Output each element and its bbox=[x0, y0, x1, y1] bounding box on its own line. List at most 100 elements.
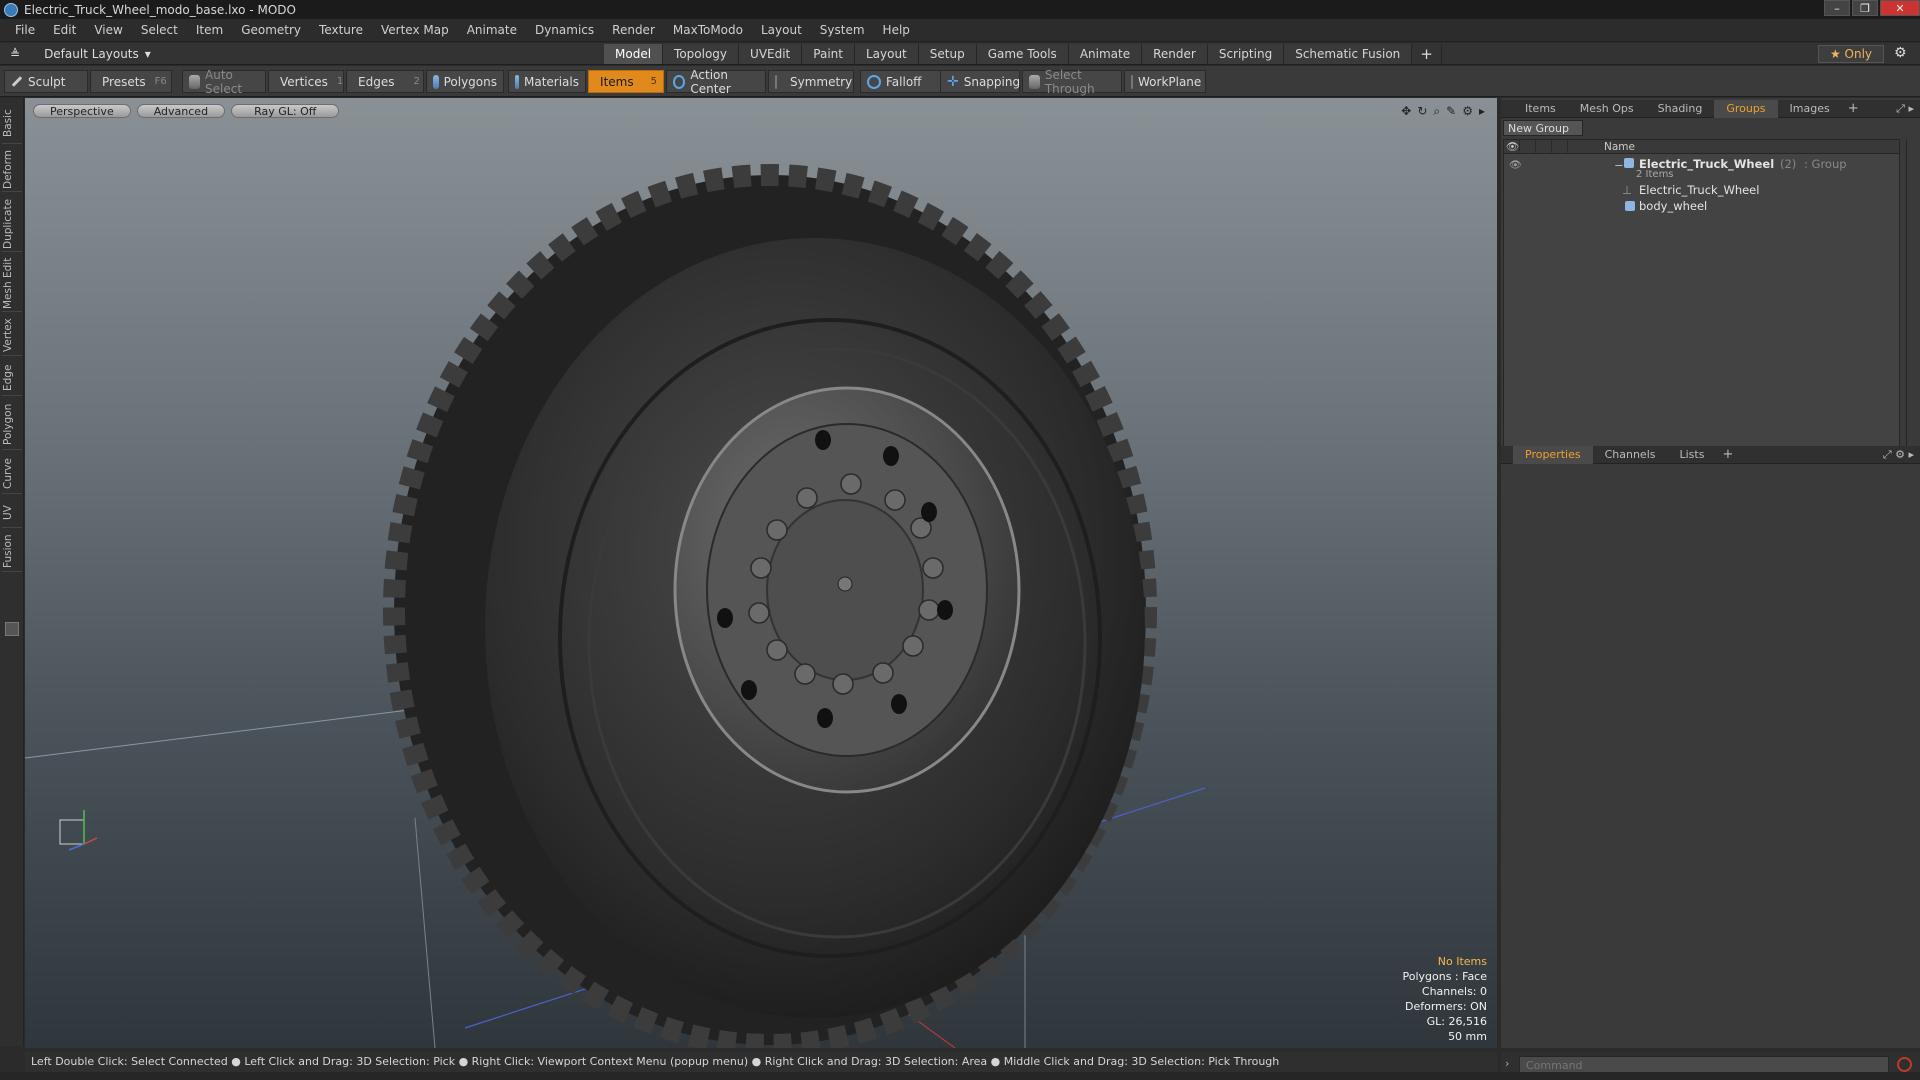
add-panel-tab-button[interactable]: + bbox=[1842, 101, 1865, 116]
panel-maximize-icon[interactable]: ⤢ ▸ bbox=[1896, 100, 1914, 118]
menu-edit[interactable]: Edit bbox=[44, 19, 85, 42]
lefttab-vertex[interactable]: Vertex bbox=[2, 316, 22, 356]
eye-icon[interactable]: 👁 bbox=[1506, 140, 1520, 153]
lefttab-deform[interactable]: Deform bbox=[2, 148, 22, 192]
lock-icon[interactable] bbox=[1538, 140, 1552, 153]
edges-button[interactable]: Edges 2 bbox=[346, 70, 424, 93]
menu-vertex-map[interactable]: Vertex Map bbox=[372, 19, 458, 42]
tab-render[interactable]: Render bbox=[1142, 44, 1208, 64]
view-advanced-button[interactable]: Advanced bbox=[136, 104, 226, 118]
lefttab-uv[interactable]: UV bbox=[2, 498, 22, 528]
properties-settings-icon[interactable]: ⤢ ⚙ ▸ bbox=[1883, 446, 1914, 464]
tab-scripting[interactable]: Scripting bbox=[1207, 44, 1285, 64]
groups-panel-tabs: Items Mesh Ops Shading Groups Images + ⤢… bbox=[1501, 99, 1920, 118]
collapse-icon[interactable]: − bbox=[1614, 158, 1624, 172]
viewport-gear-icon[interactable]: ⚙ bbox=[1462, 104, 1473, 119]
tab-shading[interactable]: Shading bbox=[1646, 100, 1715, 118]
materials-button[interactable]: Materials bbox=[508, 70, 586, 93]
menu-view[interactable]: View bbox=[85, 19, 131, 42]
tab-lists[interactable]: Lists bbox=[1668, 446, 1717, 464]
tab-animate[interactable]: Animate bbox=[1068, 44, 1143, 64]
render-icon[interactable] bbox=[1522, 140, 1536, 153]
add-properties-tab-button[interactable]: + bbox=[1716, 447, 1739, 462]
command-history-icon[interactable] bbox=[1897, 1057, 1912, 1072]
items-button[interactable]: Items 5 bbox=[588, 70, 664, 93]
add-tab-button[interactable]: + bbox=[1412, 44, 1442, 64]
presets-button[interactable]: Presets F6 bbox=[90, 70, 172, 93]
group-row[interactable]: 👁 − Electric_Truck_Wheel (2) : Group 2 I… bbox=[1504, 156, 1901, 182]
menu-render[interactable]: Render bbox=[603, 19, 664, 42]
action-center-button[interactable]: Action Center bbox=[666, 68, 766, 96]
pan-icon[interactable]: ✥ bbox=[1401, 104, 1411, 119]
pencil-icon[interactable]: ✎ bbox=[1446, 104, 1456, 119]
auto-select-button[interactable]: Auto Select bbox=[182, 68, 266, 96]
lefttab-duplicate[interactable]: Duplicate bbox=[2, 196, 22, 252]
ray-gl-button[interactable]: Ray GL: Off bbox=[231, 104, 340, 118]
zoom-icon[interactable]: ⌕ bbox=[1433, 104, 1440, 119]
layout-selector[interactable]: ≜ Default Layouts ▾ bbox=[10, 45, 151, 63]
menu-file[interactable]: File bbox=[6, 19, 44, 42]
tab-game-tools[interactable]: Game Tools bbox=[976, 44, 1069, 64]
layout-expand-icon: ≜ bbox=[10, 47, 21, 61]
workplane-label: WorkPlane bbox=[1138, 74, 1202, 89]
wheel-mesh[interactable] bbox=[383, 164, 1157, 1048]
menu-system[interactable]: System bbox=[811, 19, 874, 42]
new-group-button[interactable]: New Group bbox=[1503, 120, 1583, 136]
menu-item[interactable]: Item bbox=[187, 19, 232, 42]
minimize-icon[interactable]: – bbox=[1824, 0, 1850, 16]
command-expand-icon[interactable]: › bbox=[1505, 1057, 1509, 1070]
maximize-icon[interactable]: ❐ bbox=[1852, 0, 1878, 16]
snapping-button[interactable]: ✛ Snapping bbox=[940, 70, 1020, 93]
list-item[interactable]: ⊥ Electric_Truck_Wheel bbox=[1504, 182, 1901, 198]
view-perspective-button[interactable]: Perspective bbox=[33, 104, 131, 118]
tab-layout[interactable]: Layout bbox=[854, 44, 919, 64]
menu-select[interactable]: Select bbox=[132, 19, 187, 42]
tab-groups[interactable]: Groups bbox=[1714, 99, 1778, 118]
tab-uvedit[interactable]: UVEdit bbox=[739, 44, 803, 64]
grid-line bbox=[414, 817, 436, 1048]
close-icon[interactable]: ✕ bbox=[1880, 0, 1920, 16]
tab-model[interactable]: Model bbox=[604, 44, 664, 64]
presets-label: Presets bbox=[102, 74, 146, 89]
menu-layout[interactable]: Layout bbox=[752, 19, 811, 42]
gear-icon[interactable]: ⚙ bbox=[1894, 45, 1907, 61]
select-icon[interactable] bbox=[1554, 140, 1568, 153]
polygons-button[interactable]: Polygons bbox=[426, 70, 504, 93]
lefttab-basic[interactable]: Basic bbox=[2, 104, 22, 144]
tab-properties[interactable]: Properties bbox=[1513, 445, 1593, 464]
select-through-button[interactable]: Select Through bbox=[1022, 68, 1122, 96]
menu-animate[interactable]: Animate bbox=[458, 19, 526, 42]
tab-setup[interactable]: Setup bbox=[918, 44, 977, 64]
menu-geometry[interactable]: Geometry bbox=[232, 19, 310, 42]
tab-schematic-fusion[interactable]: Schematic Fusion bbox=[1284, 44, 1413, 64]
menu-maxtomodo[interactable]: MaxToModo bbox=[664, 19, 752, 42]
lefttab-fusion[interactable]: Fusion bbox=[2, 532, 22, 572]
falloff-button[interactable]: Falloff bbox=[860, 70, 942, 93]
only-toggle[interactable]: ★ Only bbox=[1818, 45, 1884, 63]
lefttab-curve[interactable]: Curve bbox=[2, 454, 22, 494]
tab-mesh-ops[interactable]: Mesh Ops bbox=[1568, 100, 1646, 118]
tab-channels[interactable]: Channels bbox=[1593, 446, 1668, 464]
tab-paint[interactable]: Paint bbox=[802, 44, 855, 64]
tab-items[interactable]: Items bbox=[1513, 100, 1568, 118]
3d-viewport[interactable]: Perspective Advanced Ray GL: Off ✥ ↻ ⌕ ✎… bbox=[25, 98, 1497, 1048]
list-item[interactable]: body_wheel bbox=[1504, 198, 1901, 214]
crosshair-icon: ✛ bbox=[947, 73, 959, 90]
tab-images[interactable]: Images bbox=[1778, 100, 1842, 118]
menu-dynamics[interactable]: Dynamics bbox=[526, 19, 603, 42]
lefttab-mesh-edit[interactable]: Mesh Edit bbox=[2, 256, 22, 312]
panel-toggle-icon[interactable] bbox=[5, 622, 19, 636]
menu-texture[interactable]: Texture bbox=[310, 19, 372, 42]
viewport-expand-icon[interactable]: ▸ bbox=[1479, 104, 1485, 119]
symmetry-button[interactable]: Symmetry bbox=[768, 70, 854, 93]
sculpt-button[interactable]: Sculpt bbox=[4, 70, 88, 93]
visibility-icon[interactable]: 👁 bbox=[1509, 160, 1522, 171]
menu-help[interactable]: Help bbox=[874, 19, 919, 42]
rotate-icon[interactable]: ↻ bbox=[1417, 104, 1427, 119]
sculpt-label: Sculpt bbox=[28, 74, 66, 89]
vertices-button[interactable]: Vertices 1 bbox=[268, 70, 344, 93]
tab-topology[interactable]: Topology bbox=[663, 44, 740, 64]
workplane-button[interactable]: WorkPlane bbox=[1124, 70, 1206, 93]
lefttab-polygon[interactable]: Polygon bbox=[2, 400, 22, 450]
lefttab-edge[interactable]: Edge bbox=[2, 360, 22, 396]
